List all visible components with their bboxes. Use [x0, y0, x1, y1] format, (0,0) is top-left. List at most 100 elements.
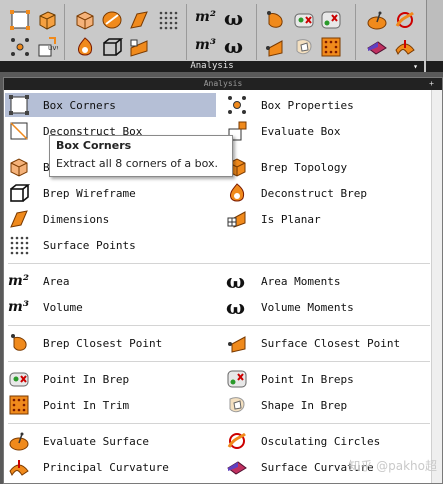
dimensions-tb-icon[interactable] [128, 9, 150, 31]
shape-in-brep-icon [229, 397, 245, 413]
toolbar-separator [256, 4, 257, 60]
evaluate-surface-tb-icon[interactable] [366, 9, 388, 31]
pin-icon[interactable]: + [429, 78, 434, 90]
deconstruct-box-icon [10, 122, 28, 140]
area-moments-icon: ω [226, 269, 246, 293]
menu-item-point-in-trim[interactable]: Point In Trim [5, 393, 216, 417]
chevron-down-icon[interactable]: ▾ [413, 61, 418, 72]
deconstruct-brep-tb-icon[interactable] [74, 36, 96, 58]
menu-item-area-moments[interactable]: ω Area Moments [223, 269, 434, 293]
menu-item-evaluate-box[interactable]: Evaluate Box [223, 119, 434, 143]
tooltip-description: Extract all 8 corners of a box. [56, 157, 219, 170]
osculating-circles-tb-icon[interactable] [394, 9, 416, 31]
menu-item-brep-topology[interactable]: Brep Topology [223, 155, 434, 179]
menu-item-label: Principal Curvature [43, 460, 169, 474]
menu-item-label: Volume [43, 300, 83, 314]
volume-tb-icon[interactable]: m³ [195, 37, 216, 59]
area-icon: m² [8, 273, 29, 289]
menu-item-is-planar[interactable]: Is Planar [223, 207, 434, 231]
menu-item-volume[interactable]: m³ Volume [5, 295, 216, 319]
point-in-brep-icon [9, 372, 29, 387]
surface-points-icon [10, 236, 29, 255]
menu-item-label: Brep Wireframe [43, 186, 136, 200]
osculating-circles-icon [227, 432, 246, 449]
toolbar-separator [186, 4, 187, 60]
box-corners-icon [9, 95, 29, 115]
menu-item-point-in-brep[interactable]: Point In Brep [5, 367, 216, 391]
menu-item-dimensions[interactable]: Dimensions [5, 207, 216, 231]
menu-item-principal-curvature[interactable]: Principal Curvature [5, 455, 216, 479]
dimensions-icon [10, 210, 28, 228]
box-properties-tb-icon[interactable] [9, 36, 31, 58]
point-in-trim-icon [9, 395, 29, 415]
principal-curvature-tb-icon[interactable] [394, 36, 416, 58]
menu-item-label: Surface Points [43, 238, 136, 252]
next-toolbar-section-bar [426, 61, 443, 72]
deconstruct-box-tb-icon[interactable] [36, 9, 58, 31]
surface-curvature-tb-icon[interactable] [366, 36, 388, 58]
evaluate-box-tb-icon[interactable]: uvw [36, 36, 58, 58]
menu-item-label: Box Corners [43, 98, 116, 112]
group-divider [8, 263, 430, 264]
surface-points-tb-icon[interactable] [157, 9, 179, 31]
group-divider [8, 361, 430, 362]
menu-item-label: Dimensions [43, 212, 110, 226]
area-tb-icon[interactable]: m² [195, 9, 216, 31]
tooltip-title: Box Corners [56, 139, 132, 152]
group-divider [8, 325, 430, 326]
menu-item-label: Area [43, 274, 70, 288]
menu-item-deconstruct-brep[interactable]: Deconstruct Brep [223, 181, 434, 205]
menu-item-label: Surface Closest Point [261, 336, 401, 350]
menu-item-label: Shape In Brep [261, 398, 348, 412]
toolbar-section-bar[interactable]: Analysis ▾ [0, 61, 424, 72]
box-properties-icon [228, 96, 246, 114]
menu-item-box-properties[interactable]: Box Properties [223, 93, 434, 117]
menu-item-brep-wireframe[interactable]: Brep Wireframe [5, 181, 216, 205]
box-corners-tb-icon[interactable] [9, 9, 31, 31]
area-moments-tb-icon[interactable]: ω [224, 6, 243, 30]
point-in-trim-tb-icon[interactable] [320, 36, 342, 58]
menu-item-label: Point In Brep [43, 372, 130, 386]
menu-item-label: Is Planar [261, 212, 321, 226]
menu-item-osculating-circles[interactable]: Osculating Circles [223, 429, 434, 453]
surface-closest-point-tb-icon[interactable] [264, 36, 286, 58]
surface-curvature-icon [227, 461, 247, 475]
point-in-breps-tb-icon[interactable] [320, 9, 342, 31]
menu-item-label: Volume Moments [261, 300, 354, 314]
menu-item-box-corners[interactable]: Box Corners [5, 93, 216, 117]
shape-in-brep-tb-icon[interactable] [293, 36, 315, 58]
surface-closest-point-icon [228, 336, 246, 353]
menu-item-label: Point In Trim [43, 398, 130, 412]
is-planar-tb-icon[interactable] [128, 36, 150, 58]
point-in-breps-icon [227, 370, 247, 388]
deconstruct-brep-icon [230, 183, 245, 202]
menu-item-label: Osculating Circles [261, 434, 381, 448]
brep-topology-tb-icon[interactable] [74, 9, 96, 31]
menu-item-evaluate-surface[interactable]: Evaluate Surface [5, 429, 216, 453]
menu-item-label: Box Properties [261, 98, 354, 112]
menu-item-brep-closest-point[interactable]: Brep Closest Point [5, 331, 216, 355]
menu-item-point-in-breps[interactable]: Point In Breps [223, 367, 434, 391]
point-in-brep-tb-icon[interactable] [293, 9, 315, 31]
menu-item-label: Deconstruct Brep [261, 186, 367, 200]
menu-item-label: Evaluate Box [261, 124, 341, 138]
tooltip: Box Corners Extract all 8 corners of a b… [49, 135, 233, 177]
watermark: 知乎 @pakho超 [348, 459, 437, 473]
menu-item-label: Brep Topology [261, 160, 348, 174]
is-planar-icon [227, 211, 246, 228]
menu-item-volume-moments[interactable]: ω Volume Moments [223, 295, 434, 319]
menu-item-area[interactable]: m² Area [5, 269, 216, 293]
toolbar-separator [355, 4, 356, 60]
menu-item-shape-in-brep[interactable]: Shape In Brep [223, 393, 434, 417]
brep-edges-tb-icon[interactable] [101, 9, 123, 31]
menu-item-label: Area Moments [261, 274, 341, 288]
principal-curvature-icon [9, 460, 29, 476]
volume-icon: m³ [8, 299, 29, 315]
menu-item-surface-points[interactable]: Surface Points [5, 233, 216, 257]
brep-closest-point-tb-icon[interactable] [264, 9, 286, 31]
brep-wireframe-tb-icon[interactable] [101, 36, 123, 58]
brep-edges-icon [10, 158, 28, 177]
brep-wireframe-icon [10, 184, 30, 202]
volume-moments-tb-icon[interactable]: ω [224, 34, 243, 58]
menu-item-surface-closest-point[interactable]: Surface Closest Point [223, 331, 434, 355]
